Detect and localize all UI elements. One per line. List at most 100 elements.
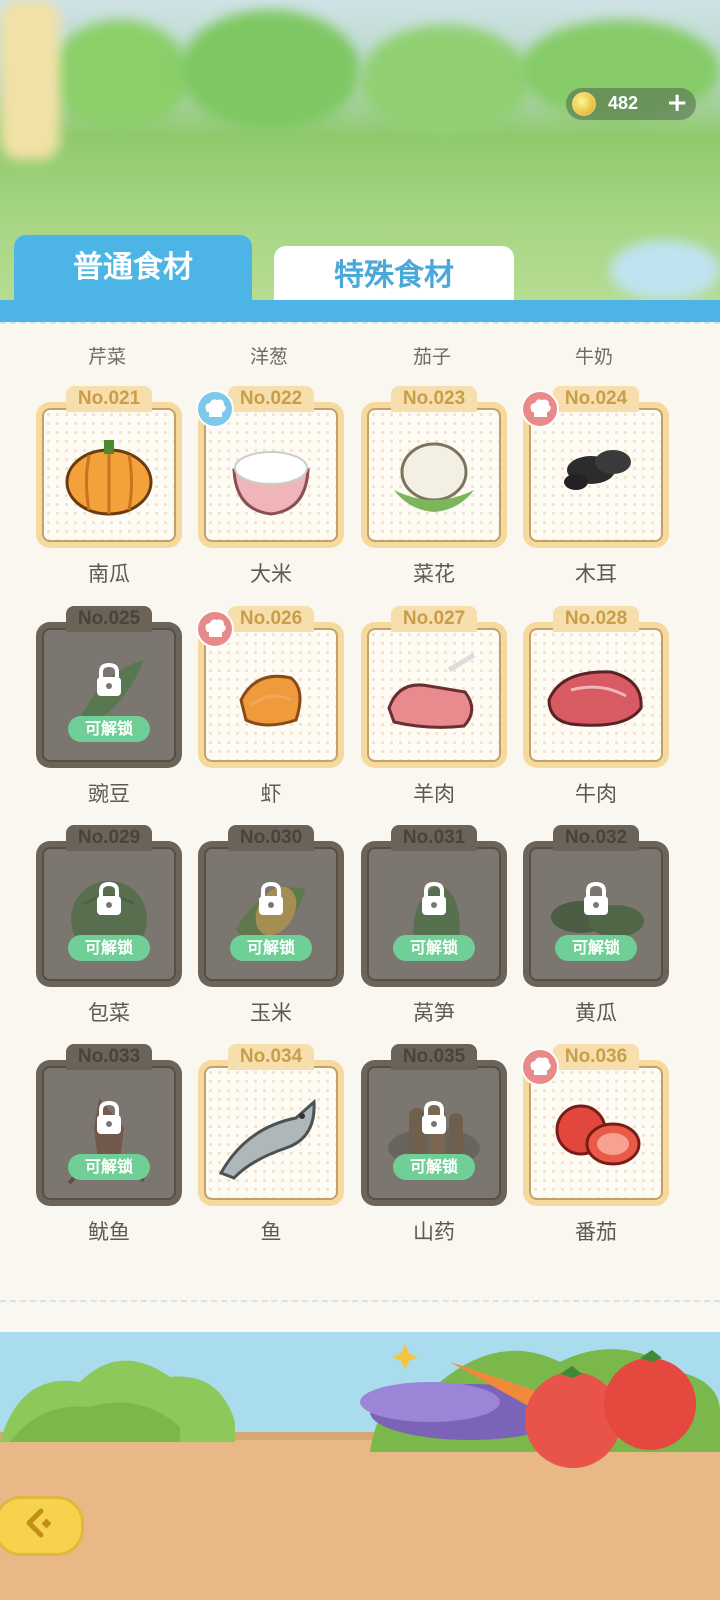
tab-normal-ingredients[interactable]: 普通食材: [14, 235, 252, 301]
ingredient-name: 大米: [250, 562, 292, 586]
food-icon: [547, 670, 643, 727]
ingredient-name: 玉米: [250, 1001, 292, 1025]
unlockable-badge[interactable]: 可解锁: [393, 935, 475, 961]
back-arrow-icon: [26, 1508, 52, 1538]
ingredient-image: [204, 1066, 338, 1200]
ingredient-frame[interactable]: [523, 622, 669, 768]
tab-bar: [0, 300, 720, 322]
unlockable-badge[interactable]: 可解锁: [230, 935, 312, 961]
chef-hat-icon: [521, 390, 559, 428]
top-row-label: 芹菜: [87, 346, 126, 368]
ingredient-card[interactable]: No.021 南瓜: [34, 386, 184, 606]
ingredient-frame[interactable]: 可解锁: [36, 841, 182, 987]
ingredient-number: No.025: [66, 606, 152, 632]
lock-icon: [97, 1100, 121, 1134]
ingredient-number: No.034: [228, 1044, 314, 1070]
top-row-label: 牛奶: [574, 346, 613, 368]
ingredient-number: No.021: [66, 386, 152, 412]
ingredient-image: [367, 408, 501, 542]
ingredient-card[interactable]: No.034 鱼: [196, 1044, 346, 1264]
ingredient-image: 可解锁: [42, 1066, 176, 1200]
ingredient-name: 南瓜: [88, 562, 130, 586]
ingredient-image: [529, 1066, 663, 1200]
ingredient-card[interactable]: No.028 牛肉: [521, 606, 671, 826]
ingredient-frame[interactable]: [361, 402, 507, 548]
unlockable-badge[interactable]: 可解锁: [393, 1154, 475, 1180]
lock-icon: [97, 662, 121, 696]
ingredient-frame[interactable]: [361, 622, 507, 768]
ingredient-card[interactable]: 可解锁 No.025 豌豆: [34, 606, 184, 826]
currency-value: 482: [608, 93, 639, 113]
lock-icon: [584, 881, 608, 915]
unlockable-badge[interactable]: 可解锁: [68, 935, 150, 961]
chef-hat-icon: [196, 610, 234, 648]
ingredient-number: No.026: [228, 606, 314, 632]
ingredient-frame[interactable]: 可解锁: [361, 1060, 507, 1206]
ingredient-card[interactable]: 可解锁 No.033 鱿鱼: [34, 1044, 184, 1264]
food-icon: [65, 440, 153, 516]
ingredient-image: [529, 408, 663, 542]
ingredient-frame[interactable]: 可解锁: [36, 622, 182, 768]
unlockable-badge[interactable]: 可解锁: [68, 716, 150, 742]
ingredient-name: 虾: [260, 782, 282, 806]
ingredient-card[interactable]: 可解锁 No.035 山药: [359, 1044, 509, 1264]
chef-hat-icon: [521, 1048, 559, 1086]
ingredient-card[interactable]: 可解锁 No.029 包菜: [34, 825, 184, 1045]
ingredient-card[interactable]: 可解锁 No.032 黄瓜: [521, 825, 671, 1045]
ingredient-number: No.030: [228, 825, 314, 851]
food-icon: [239, 674, 302, 727]
ingredient-frame[interactable]: [36, 402, 182, 548]
divider: [0, 322, 720, 324]
divider: [0, 1300, 720, 1302]
ingredient-number: No.028: [553, 606, 639, 632]
ingredient-image: [204, 628, 338, 762]
ingredient-name: 鱿鱼: [88, 1220, 130, 1244]
ingredient-name: 木耳: [575, 562, 617, 586]
ingredient-number: No.031: [391, 825, 477, 851]
currency-display[interactable]: 482 +: [566, 88, 696, 120]
food-icon: [387, 652, 476, 729]
bottom-decoration: [0, 1332, 720, 1600]
ingredient-image: 可解锁: [367, 1066, 501, 1200]
unlockable-badge[interactable]: 可解锁: [555, 935, 637, 961]
ingredient-card[interactable]: 可解锁 No.031 莴笋: [359, 825, 509, 1045]
ingredient-image: [42, 408, 176, 542]
ingredient-frame[interactable]: 可解锁: [36, 1060, 182, 1206]
food-icon: [218, 1098, 316, 1180]
ingredient-name: 豌豆: [88, 782, 130, 806]
ingredient-card[interactable]: 可解锁 No.030 玉米: [196, 825, 346, 1045]
ingredient-card[interactable]: No.036 番茄: [521, 1044, 671, 1264]
ingredient-name: 菜花: [413, 562, 455, 586]
ingredient-name: 番茄: [575, 1220, 617, 1244]
chef-hat-icon: [196, 390, 234, 428]
ingredient-frame[interactable]: 可解锁: [361, 841, 507, 987]
unlockable-badge[interactable]: 可解锁: [68, 1154, 150, 1180]
back-button[interactable]: [0, 1496, 84, 1556]
ingredient-name: 羊肉: [413, 782, 455, 806]
food-icon: [555, 1104, 641, 1166]
food-icon: [394, 442, 474, 512]
coin-icon: [572, 92, 596, 116]
ingredient-number: No.033: [66, 1044, 152, 1070]
ingredient-frame[interactable]: 可解锁: [523, 841, 669, 987]
ingredient-name: 山药: [413, 1220, 455, 1244]
plus-icon[interactable]: +: [666, 89, 688, 117]
ingredient-image: 可解锁: [529, 847, 663, 981]
ingredient-frame[interactable]: 可解锁: [198, 841, 344, 987]
ingredient-card[interactable]: No.023 菜花: [359, 386, 509, 606]
ingredient-card[interactable]: No.024 木耳: [521, 386, 671, 606]
ingredient-number: No.022: [228, 386, 314, 412]
ingredient-frame[interactable]: [198, 1060, 344, 1206]
ingredient-image: 可解锁: [367, 847, 501, 981]
ingredient-card[interactable]: No.026 虾: [196, 606, 346, 826]
lock-icon: [422, 1100, 446, 1134]
ingredient-image: 可解锁: [204, 847, 338, 981]
ingredient-image: [204, 408, 338, 542]
ingredient-number: No.032: [553, 825, 639, 851]
lock-icon: [97, 881, 121, 915]
ingredient-name: 黄瓜: [575, 1001, 617, 1025]
tab-special-ingredients[interactable]: 特殊食材: [274, 246, 514, 300]
ingredient-name: 牛肉: [575, 782, 617, 806]
ingredient-card[interactable]: No.027 羊肉: [359, 606, 509, 826]
ingredient-card[interactable]: No.022 大米: [196, 386, 346, 606]
